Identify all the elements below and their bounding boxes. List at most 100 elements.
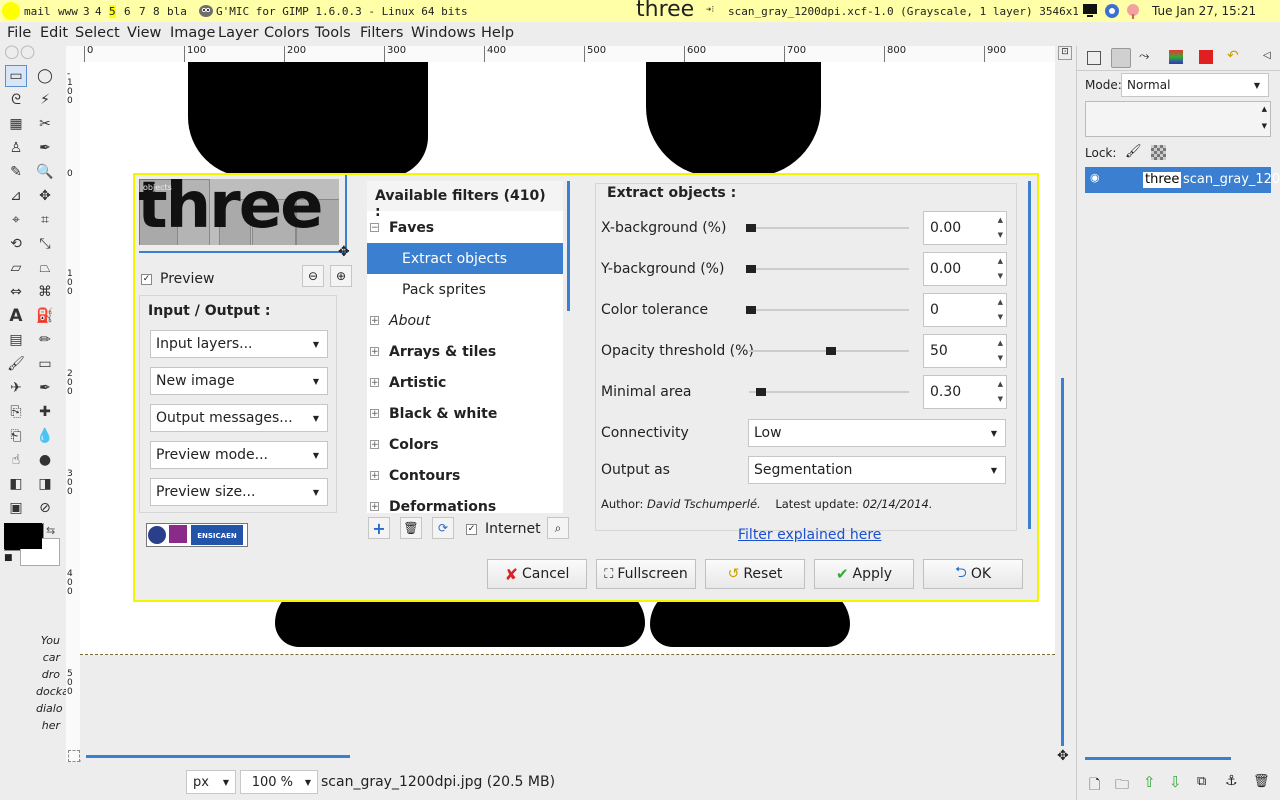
opacity-up-icon[interactable]: ▲: [1262, 105, 1267, 113]
spin-down-icon[interactable]: ▼: [998, 231, 1003, 239]
menu-file[interactable]: File: [7, 25, 31, 41]
io-combo[interactable]: Output messages... ▼: [150, 404, 328, 432]
spin-up-icon[interactable]: ▲: [998, 257, 1003, 265]
shear-icon[interactable]: ▱: [5, 257, 27, 279]
spin-down-icon[interactable]: ▼: [998, 354, 1003, 362]
preview-checkbox[interactable]: ✓: [141, 273, 152, 285]
fuzzy-select-icon[interactable]: ⚡: [34, 89, 56, 111]
lower-layer-icon[interactable]: ⇩: [1169, 773, 1182, 791]
gmic-icon[interactable]: ◧: [5, 473, 27, 495]
expand-icon[interactable]: +: [370, 316, 379, 326]
bucket-fill-icon[interactable]: ⛽: [34, 305, 56, 327]
screenshot-icon[interactable]: ▣: [5, 497, 27, 519]
collapse-icon[interactable]: −: [370, 223, 379, 233]
monitor-icon[interactable]: [1082, 3, 1098, 21]
crop-icon[interactable]: ⌗: [34, 209, 56, 231]
io-combo[interactable]: Input layers... ▼: [150, 330, 328, 358]
gmic-alt-icon[interactable]: ◨: [34, 473, 56, 495]
param-slider[interactable]: [749, 268, 909, 270]
slider-handle[interactable]: [746, 306, 756, 314]
eraser-icon[interactable]: ▭: [34, 353, 56, 375]
airbrush-icon[interactable]: ✈: [5, 377, 27, 399]
weather-icon[interactable]: [1124, 2, 1142, 23]
new-layer-icon[interactable]: 🗋: [1089, 774, 1100, 798]
remove-fave-icon[interactable]: 🗑: [400, 517, 422, 539]
filter-tree[interactable]: Available filters (410) : − Faves Extract …: [367, 181, 563, 513]
menu-select[interactable]: Select: [75, 25, 120, 41]
filter-folder[interactable]: + Artistic: [367, 367, 562, 398]
workspace-bla[interactable]: bla: [167, 5, 187, 18]
visibility-eye-icon[interactable]: ◉: [1090, 171, 1100, 184]
workspace-6[interactable]: 6: [124, 5, 131, 18]
foreground-color-front[interactable]: [4, 523, 42, 549]
filter-folder[interactable]: + Arrays & tiles: [367, 336, 562, 367]
scale-icon[interactable]: ⤡: [34, 233, 56, 255]
free-select-icon[interactable]: ᘓ: [5, 89, 27, 111]
slider-handle[interactable]: [746, 224, 756, 232]
layer-name[interactable]: scan_gray_120: [1183, 172, 1280, 187]
param-slider[interactable]: [749, 309, 909, 311]
move-icon[interactable]: ✥: [34, 185, 56, 207]
preview-image[interactable]: three objects: [139, 179, 339, 245]
menu-windows[interactable]: Windows: [411, 25, 476, 41]
gmic-logo[interactable]: ENSICAEN: [146, 523, 248, 547]
zoom-fit-icon[interactable]: ⊡: [1058, 46, 1072, 60]
ok-button[interactable]: ⮌ OK: [923, 559, 1023, 589]
vertical-ruler[interactable]: -100 0 100 200 300 400 500: [66, 62, 81, 762]
params-scrollbar[interactable]: [1028, 181, 1031, 529]
param-spinbox[interactable]: 0.30 ▲ ▼: [923, 375, 1007, 409]
tool-options-tab-icon[interactable]: [1087, 51, 1101, 65]
refresh-filters-icon[interactable]: ⟳: [432, 517, 454, 539]
workspace-8[interactable]: 8: [153, 5, 160, 18]
spin-up-icon[interactable]: ▲: [998, 380, 1003, 388]
param-spinbox[interactable]: 0.00 ▲ ▼: [923, 211, 1007, 245]
measure-icon[interactable]: ⊿: [5, 185, 27, 207]
layer-row[interactable]: ◉ three scan_gray_120: [1085, 167, 1280, 193]
expand-icon[interactable]: +: [370, 409, 379, 419]
param-spinbox[interactable]: 0.00 ▲ ▼: [923, 252, 1007, 286]
spin-down-icon[interactable]: ▼: [998, 313, 1003, 321]
three-label[interactable]: three: [636, 0, 694, 22]
clone-icon[interactable]: ⎘: [5, 401, 27, 423]
apply-button[interactable]: ✔ Apply: [814, 559, 914, 589]
slider-handle[interactable]: [746, 265, 756, 273]
image-window-title[interactable]: scan_gray_1200dpi.xcf-1.0 (Grayscale, 1 …: [728, 5, 1078, 18]
lock-pixels-icon[interactable]: 🖌: [1125, 144, 1142, 159]
spin-up-icon[interactable]: ▲: [998, 298, 1003, 306]
layers-tab-icon[interactable]: [1111, 48, 1131, 68]
expand-icon[interactable]: +: [370, 378, 379, 388]
filter-folder[interactable]: + Black & white: [367, 398, 562, 429]
lock-alpha-icon[interactable]: [1151, 145, 1166, 160]
expand-icon[interactable]: +: [370, 502, 379, 512]
layers-scrollbar[interactable]: [1085, 757, 1231, 760]
internet-checkbox[interactable]: ✓: [466, 523, 477, 535]
io-combo[interactable]: Preview mode... ▼: [150, 441, 328, 469]
align-icon[interactable]: ⌖: [5, 209, 27, 231]
channels-tab-icon[interactable]: [1169, 50, 1183, 64]
horizontal-scrollbar[interactable]: [86, 755, 350, 758]
zoom-select[interactable]: 100 % ▼: [240, 770, 318, 794]
swap-colors-icon[interactable]: ⇆: [46, 524, 55, 537]
param-select[interactable]: Low ▼: [748, 419, 1006, 447]
menu-help[interactable]: Help: [481, 25, 514, 41]
unit-select[interactable]: px ▼: [186, 770, 236, 794]
zoom-out-icon[interactable]: ⊖: [302, 265, 324, 287]
preview-toggle[interactable]: ✓ Preview: [141, 271, 215, 287]
search-icon[interactable]: ⌕: [547, 517, 569, 539]
expand-icon[interactable]: +: [370, 471, 379, 481]
anchor-layer-icon[interactable]: ⚓: [1225, 773, 1238, 789]
param-spinbox[interactable]: 50 ▲ ▼: [923, 334, 1007, 368]
duplicate-layer-icon[interactable]: ⧉: [1197, 774, 1206, 789]
param-slider[interactable]: [749, 391, 909, 393]
window-title[interactable]: G'MIC for GIMP 1.6.0.3 - Linux 64 bits: [216, 5, 468, 18]
blend-icon[interactable]: ▤: [5, 329, 27, 351]
ink-icon[interactable]: ✒: [34, 377, 56, 399]
navigate-icon[interactable]: ✥: [1057, 748, 1069, 764]
ellipse-select-icon[interactable]: ◯: [34, 65, 56, 87]
opacity-down-icon[interactable]: ▼: [1262, 122, 1267, 130]
smudge-icon[interactable]: ☝: [5, 449, 27, 471]
reset-button[interactable]: ↺ Reset: [705, 559, 805, 589]
menu-view[interactable]: View: [127, 25, 161, 41]
filter-item[interactable]: Pack sprites: [367, 274, 563, 305]
param-select[interactable]: Segmentation ▼: [748, 456, 1006, 484]
